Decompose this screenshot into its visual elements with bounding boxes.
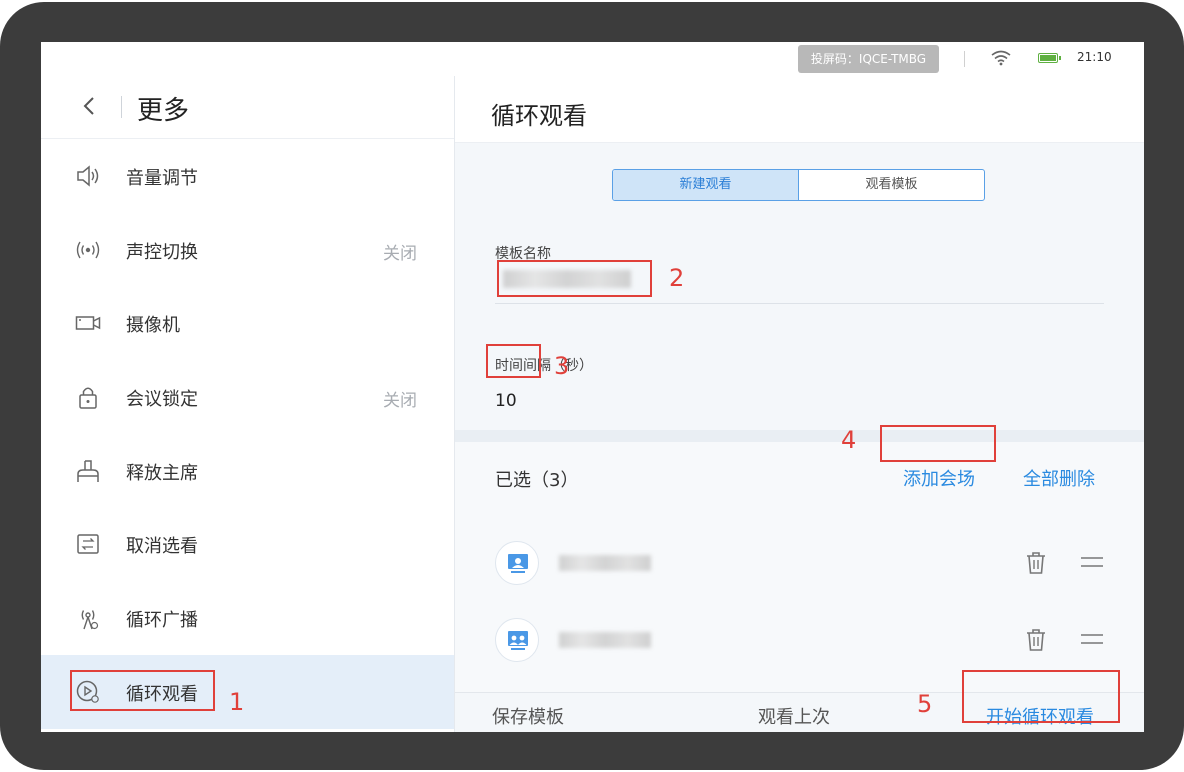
annotation-number-3: 3: [554, 352, 570, 380]
add-venue-button[interactable]: 添加会场: [903, 465, 975, 491]
menu-item-label: 循环广播: [126, 610, 198, 632]
back-icon[interactable]: [79, 92, 99, 120]
status-bar: 投屏码：IQCE-TMBG 21:10: [41, 42, 1144, 76]
menu-item-volume[interactable]: 音量调节: [41, 139, 454, 213]
menu-item-label: 摄像机: [126, 315, 180, 337]
annotation-box-3: [486, 344, 541, 378]
venue-icon: [508, 631, 528, 650]
annotation-box-4: [880, 425, 996, 462]
venue-icon: [508, 554, 528, 573]
section-title: 循环观看: [491, 102, 587, 130]
cast-code-badge: 投屏码：IQCE-TMBG: [798, 45, 939, 73]
menu-item-cancel-view[interactable]: 取消选看: [41, 507, 454, 581]
menu-item-release-chair[interactable]: 释放主席: [41, 434, 454, 508]
page-title: 更多: [137, 96, 190, 126]
broadcast-icon: [81, 610, 99, 630]
annotation-box-2: [497, 260, 652, 297]
release-chair-icon: [77, 460, 99, 482]
drag-handle-icon[interactable]: [1081, 555, 1103, 569]
trash-icon[interactable]: [1025, 628, 1047, 652]
left-header: 更多: [41, 76, 454, 139]
selected-venues-list: 已选（3） 添加会场 全部删除: [455, 442, 1144, 692]
battery-icon: [1038, 53, 1061, 63]
menu-item-meeting-lock[interactable]: 会议锁定 关闭: [41, 360, 454, 434]
annotation-number-5: 5: [917, 690, 933, 718]
menu-item-value: 关闭: [383, 243, 417, 264]
volume-icon: [77, 165, 99, 187]
trash-icon[interactable]: [1025, 551, 1047, 575]
menu-item-label: 取消选看: [126, 536, 198, 558]
mode-tabs: 新建观看 观看模板: [612, 169, 985, 201]
delete-all-button[interactable]: 全部删除: [1023, 465, 1095, 491]
cancel-view-icon: [77, 534, 99, 555]
right-panel: 循环观看 新建观看 观看模板 模板名称 时间间隔（秒） 10 已选（3） 添加会…: [455, 76, 1144, 732]
menu-item-loop-broadcast[interactable]: 循环广播: [41, 581, 454, 655]
avatar: [495, 618, 539, 662]
menu-item-label: 会议锁定: [126, 389, 198, 411]
redacted-text: [559, 632, 651, 648]
venue-name: [559, 632, 651, 648]
list-item[interactable]: [455, 533, 1144, 603]
view-last-button[interactable]: 观看上次: [758, 703, 830, 729]
menu-item-label: 声控切换: [126, 241, 198, 263]
voice-control-icon: [76, 241, 100, 259]
tab-new-view[interactable]: 新建观看: [613, 170, 799, 200]
left-panel: 更多 音量调节 声控切换 关闭 摄像机 会议锁定 关闭 释放主席 取消选看 循环…: [41, 76, 455, 732]
avatar: [495, 541, 539, 585]
menu-item-label: 释放主席: [126, 462, 198, 484]
input-underline: [495, 303, 1104, 304]
venue-name: [559, 555, 651, 571]
annotation-number-2: 2: [669, 264, 685, 292]
menu-item-voice-control[interactable]: 声控切换 关闭: [41, 213, 454, 287]
redacted-text: [559, 555, 651, 571]
settings-menu: 音量调节 声控切换 关闭 摄像机 会议锁定 关闭 释放主席 取消选看 循环广播 …: [41, 139, 454, 729]
header-separator: [121, 96, 122, 118]
annotation-box-1: [70, 670, 215, 711]
tab-view-template[interactable]: 观看模板: [799, 170, 984, 200]
device-screen: 投屏码：IQCE-TMBG 21:10 更多 音量调节 声控切换 关闭 摄像机 …: [41, 42, 1144, 732]
annotation-box-5: [962, 670, 1120, 723]
menu-item-label: 音量调节: [126, 168, 198, 189]
annotation-number-4: 4: [841, 426, 857, 454]
menu-item-camera[interactable]: 摄像机: [41, 286, 454, 360]
section-divider: [455, 430, 1144, 442]
right-header: 循环观看: [455, 76, 1144, 143]
save-template-button[interactable]: 保存模板: [492, 703, 564, 729]
lock-icon: [79, 387, 97, 409]
wifi-icon: [991, 50, 1011, 66]
menu-item-value: 关闭: [383, 391, 417, 412]
status-time: 21:10: [1077, 50, 1112, 64]
camera-icon: [75, 316, 101, 331]
status-separator: [964, 51, 965, 67]
annotation-number-1: 1: [229, 688, 245, 716]
drag-handle-icon[interactable]: [1081, 632, 1103, 646]
interval-input[interactable]: 10: [495, 391, 517, 411]
selected-count: 已选（3）: [495, 470, 579, 491]
